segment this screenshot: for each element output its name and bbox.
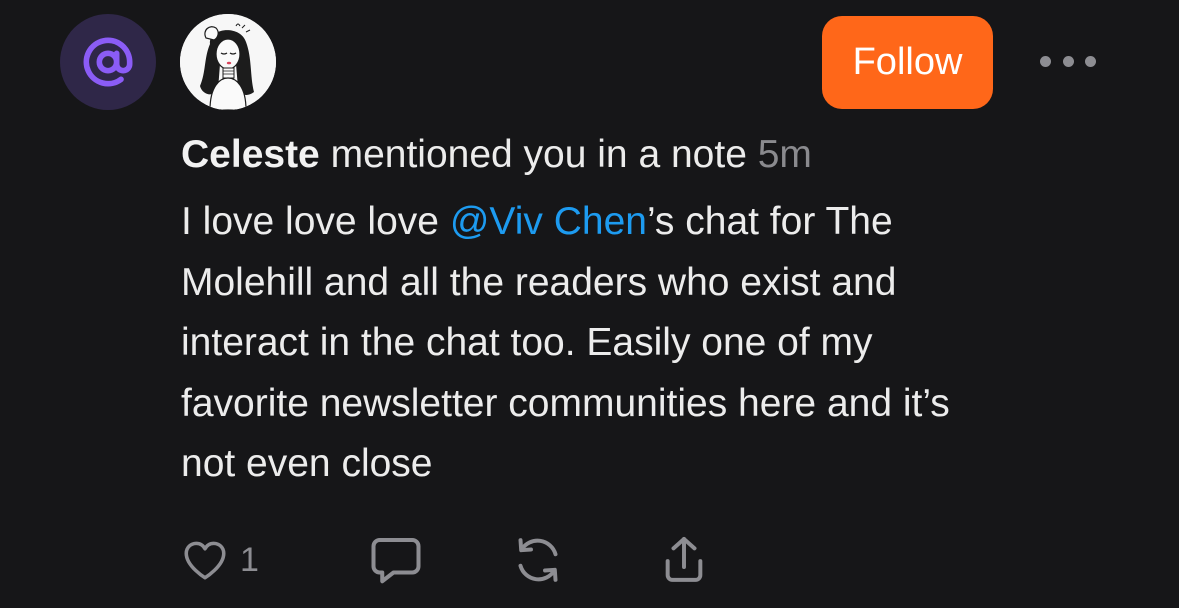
- more-horizontal-icon-dot: [1062, 55, 1074, 67]
- mention-badge: [60, 14, 156, 110]
- more-horizontal-icon: [1040, 55, 1051, 67]
- notification-headline: Celeste mentioned you in a note 5m: [181, 132, 812, 178]
- note-text: I love love love: [181, 200, 450, 243]
- like-button[interactable]: 1: [180, 528, 259, 592]
- user-avatar-illustration: [180, 14, 276, 110]
- follow-button[interactable]: Follow: [822, 16, 993, 109]
- user-name[interactable]: Celeste: [181, 133, 320, 176]
- more-options-button[interactable]: [1040, 46, 1096, 76]
- heart-icon: [184, 541, 226, 580]
- note-line: interact in the chat too. Easily one of …: [181, 321, 873, 364]
- like-count: 1: [240, 540, 259, 579]
- note-line: not even close: [181, 442, 433, 485]
- share-button[interactable]: [656, 528, 712, 592]
- comment-button[interactable]: [366, 528, 426, 592]
- restack-button[interactable]: [510, 528, 566, 592]
- restack-icon: [518, 538, 558, 582]
- mention-link[interactable]: @Viv Chen: [450, 200, 647, 243]
- note-text: ’s chat for The: [646, 200, 893, 243]
- note-line: I love love love @Viv Chen’s chat for Th…: [181, 192, 1121, 253]
- note-line: Molehill and all the readers who exist a…: [181, 260, 897, 304]
- note-body[interactable]: I love love love @Viv Chen’s chat for Th…: [181, 192, 1121, 495]
- share-icon: [665, 537, 703, 582]
- note-line: favorite newsletter communities here and…: [181, 381, 950, 425]
- at-sign-icon: [83, 37, 133, 87]
- notification-action-text: mentioned you in a note: [319, 133, 758, 176]
- avatar[interactable]: [180, 14, 276, 110]
- timestamp: 5m: [757, 133, 812, 176]
- more-horizontal-icon-dot: [1085, 55, 1096, 67]
- comment-bubble-icon: [371, 538, 421, 584]
